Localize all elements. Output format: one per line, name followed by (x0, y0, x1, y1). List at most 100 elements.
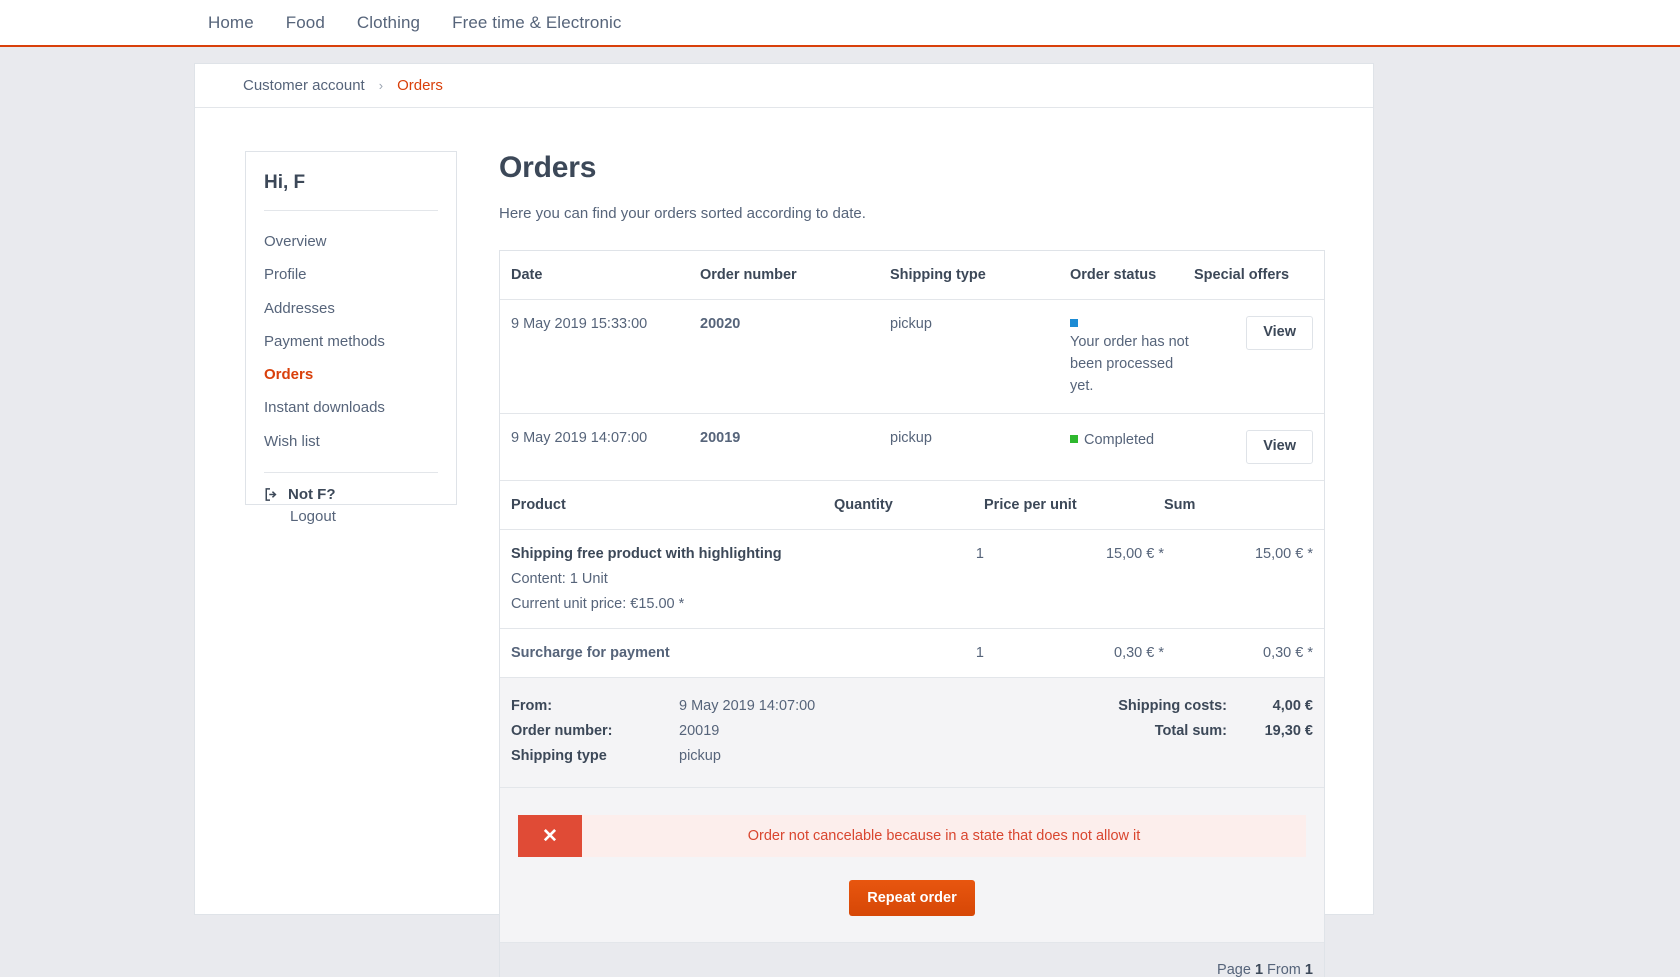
sidebar-item-addresses[interactable]: Addresses (264, 292, 438, 325)
order-status-cell: Completed (1070, 413, 1194, 482)
summary-row-total-sum: Total sum: 19,30 € (983, 719, 1313, 744)
cancel-error-alert: ✕ Order not cancelable because in a stat… (518, 815, 1306, 858)
table-row: Surcharge for payment 1 0,30 € * 0,30 € … (500, 628, 1324, 679)
positions-col-quantity: Quantity (834, 481, 984, 531)
pagination-middle: From (1267, 962, 1301, 977)
breadcrumb-current-orders: Orders (397, 77, 443, 94)
breadcrumb: Customer account › Orders (195, 64, 1373, 108)
position-quantity: 1 (834, 529, 984, 630)
position-sum: 0,30 € * (1164, 628, 1324, 679)
positions-col-price-per-unit: Price per unit (984, 481, 1164, 531)
position-product-content: Content: 1 Unit (511, 571, 608, 588)
page-root: Home Food Clothing Free time & Electroni… (0, 0, 1680, 977)
order-number: 20019 (700, 413, 890, 482)
pagination-current-page: 1 (1254, 962, 1264, 977)
table-row: 9 May 2019 14:07:00 20019 pickup Complet… (500, 413, 1324, 482)
view-order-button[interactable]: View (1246, 430, 1313, 465)
sidebar-not-you-label: Not F? (288, 485, 336, 503)
nav-item-clothing[interactable]: Clothing (357, 13, 420, 33)
summary-key: Order number: (511, 723, 613, 740)
order-actions-cell: View (1194, 413, 1324, 482)
positions-col-sum: Sum (1164, 481, 1324, 531)
positions-col-product: Product (500, 481, 834, 531)
position-quantity: 1 (834, 628, 984, 679)
position-product-name: Surcharge for payment (500, 628, 834, 679)
sidebar-item-instant-downloads[interactable]: Instant downloads (264, 391, 438, 424)
order-summary-block: From: 9 May 2019 14:07:00 Order number: … (500, 678, 1324, 789)
sidebar-logout-section: Not F? Logout (264, 471, 438, 525)
sidebar-greeting: Hi, F (264, 172, 306, 193)
summary-row-shipping-type: Shipping type pickup (511, 744, 983, 769)
alert-message: Order not cancelable because in a state … (747, 828, 1141, 845)
nav-item-free-time-electronic[interactable]: Free time & Electronic (452, 13, 621, 33)
sidebar-item-orders[interactable]: Orders (264, 358, 438, 391)
breadcrumb-separator-icon: › (378, 78, 384, 93)
pagination: Page 1 From 1 (500, 943, 1324, 977)
orders-col-order-number: Order number (700, 251, 890, 300)
status-badge: Completed (1084, 432, 1155, 449)
breadcrumb-customer-account[interactable]: Customer account (243, 77, 365, 94)
position-product-unit-price-note: Current unit price: €15.00 * (511, 596, 685, 613)
repeat-order-button[interactable]: Repeat order (849, 880, 975, 917)
order-date: 9 May 2019 14:07:00 (500, 413, 700, 482)
order-summary-totals: Shipping costs: 4,00 € Total sum: 19,30 … (983, 694, 1313, 769)
status-badge: Your order has not been processed yet. (1070, 334, 1189, 394)
page-lead-text: Here you can find your orders sorted acc… (499, 205, 866, 222)
orders-col-order-status: Order status (1070, 251, 1194, 300)
position-product-name: Shipping free product with highlighting (511, 546, 782, 563)
status-dot-icon (1070, 435, 1078, 444)
order-shipping-type: pickup (890, 413, 1070, 482)
body-wrapper: Hi, F Overview Profile Addresses Payment… (195, 108, 1373, 977)
summary-row-from: From: 9 May 2019 14:07:00 (511, 694, 983, 719)
order-positions-table: Product Quantity Price per unit Sum Ship… (500, 481, 1324, 679)
table-row: Shipping free product with highlighting … (500, 529, 1324, 630)
main-content: Orders Here you can find your orders sor… (457, 151, 1325, 977)
summary-value: 4,00 € (1272, 698, 1313, 715)
sidebar-logout-link[interactable]: Logout (290, 508, 438, 525)
summary-key: Total sum: (1154, 723, 1227, 740)
sign-out-icon (264, 487, 279, 502)
pagination-prefix: Page (1217, 962, 1251, 977)
view-order-button[interactable]: View (1246, 316, 1313, 350)
orders-col-date: Date (500, 251, 700, 300)
nav-item-home[interactable]: Home (208, 13, 254, 33)
nav-item-food[interactable]: Food (286, 13, 325, 33)
summary-value: 9 May 2019 14:07:00 (679, 698, 816, 715)
order-summary-meta: From: 9 May 2019 14:07:00 Order number: … (511, 694, 983, 769)
order-actions-cell: View (1194, 299, 1324, 415)
summary-key: Shipping type (511, 748, 607, 765)
summary-row-order-number: Order number: 20019 (511, 719, 983, 744)
main-navigation: Home Food Clothing Free time & Electroni… (0, 0, 1680, 47)
sidebar-item-profile[interactable]: Profile (264, 258, 438, 291)
sidebar-not-you-row: Not F? (264, 486, 438, 503)
status-dot-icon (1070, 319, 1078, 327)
summary-key: Shipping costs: (1118, 698, 1227, 715)
summary-key: From: (511, 698, 553, 715)
order-actions-area: ✕ Order not cancelable because in a stat… (500, 788, 1324, 944)
position-product-cell: Shipping free product with highlighting … (500, 529, 834, 630)
summary-value: 19,30 € (1264, 723, 1313, 740)
sidebar-item-overview[interactable]: Overview (264, 225, 438, 258)
sidebar-item-payment-methods[interactable]: Payment methods (264, 325, 438, 358)
sidebar-divider-top (264, 210, 438, 211)
order-date: 9 May 2019 15:33:00 (500, 299, 700, 415)
sidebar-item-wish-list[interactable]: Wish list (264, 425, 438, 458)
content-shell: Customer account › Orders Hi, F Overview… (194, 63, 1374, 977)
orders-panel: Date Order number Shipping type Order st… (499, 250, 1325, 977)
orders-table: Date Order number Shipping type Order st… (500, 251, 1324, 482)
position-price-per-unit: 0,30 € * (984, 628, 1164, 679)
summary-value: 20019 (679, 723, 720, 740)
error-x-icon: ✕ (518, 815, 582, 858)
position-price-per-unit: 15,00 € * (984, 529, 1164, 630)
account-sidebar: Hi, F Overview Profile Addresses Payment… (245, 151, 457, 525)
orders-table-header-row: Date Order number Shipping type Order st… (500, 251, 1324, 300)
positions-header-row: Product Quantity Price per unit Sum (500, 481, 1324, 531)
table-row: 9 May 2019 15:33:00 20020 pickup Your or… (500, 299, 1324, 415)
summary-row-shipping-costs: Shipping costs: 4,00 € (983, 694, 1313, 719)
orders-col-special-offers: Special offers (1194, 251, 1324, 300)
order-number: 20020 (700, 299, 890, 415)
pagination-total-pages: 1 (1304, 962, 1313, 977)
page-title: Orders (499, 151, 597, 184)
order-shipping-type: pickup (890, 299, 1070, 415)
summary-value: pickup (679, 748, 721, 765)
